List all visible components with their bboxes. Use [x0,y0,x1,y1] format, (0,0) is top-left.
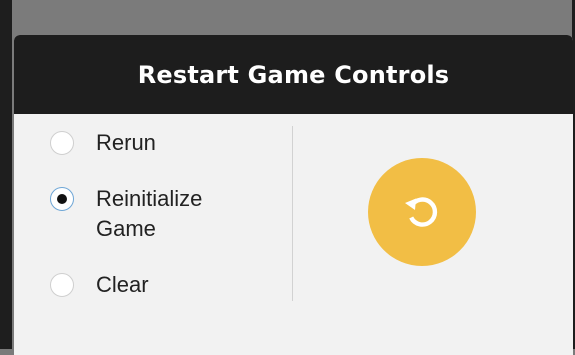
reinitialize-game-radio[interactable] [50,187,74,211]
restart-controls-panel: Restart Game Controls Rerun Reinitialize… [14,35,573,355]
restart-options: Rerun Reinitialize Game Clear [50,128,246,310]
option-label-clear: Clear [96,272,149,297]
background-edge-left [0,0,12,349]
radio-selected-dot [57,194,67,204]
panel-body: Rerun Reinitialize Game Clear [14,114,573,355]
option-label-reinitialize-game: Reinitialize Game [96,186,203,241]
rerun-radio[interactable] [50,131,74,155]
vertical-divider [292,126,293,301]
panel-header: Restart Game Controls [14,35,573,114]
option-rerun[interactable]: Rerun [50,128,246,184]
restart-icon [405,197,438,227]
panel-title: Restart Game Controls [137,60,450,89]
option-reinitialize-game[interactable]: Reinitialize Game [50,184,246,270]
clear-radio[interactable] [50,273,74,297]
restart-button[interactable] [368,158,476,266]
option-clear[interactable]: Clear [50,270,246,310]
option-label-rerun: Rerun [96,130,156,155]
